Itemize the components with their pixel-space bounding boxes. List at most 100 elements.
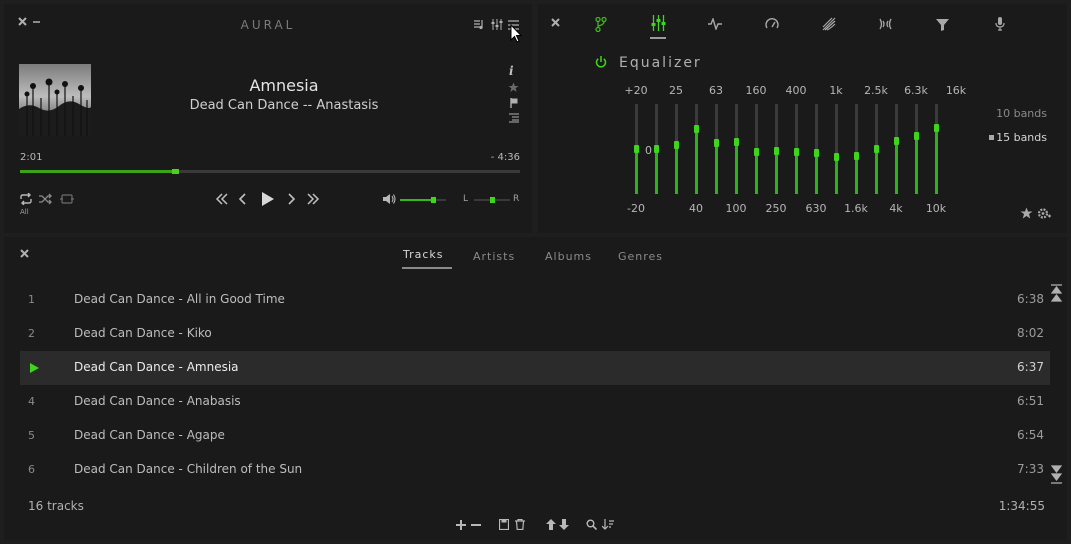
microphone-icon[interactable] (995, 17, 1005, 31)
add-icon[interactable] (456, 520, 466, 530)
bands-10-option[interactable]: 10 bands (996, 107, 1047, 120)
track-name: Dead Can Dance - Amnesia (74, 360, 239, 374)
track-row[interactable]: 2 Dead Can Dance - Kiko 8:02 (20, 317, 1050, 351)
close-icon[interactable] (20, 249, 29, 258)
balance-slider[interactable] (474, 197, 510, 203)
eq-band-slider[interactable] (854, 104, 859, 194)
tab-artists[interactable]: Artists (473, 250, 515, 263)
power-icon[interactable] (595, 56, 607, 68)
eq-band-handle[interactable] (854, 152, 859, 161)
track-row[interactable]: 4 Dead Can Dance - Anabasis 6:51 (20, 385, 1050, 419)
queue-icon[interactable] (509, 113, 519, 123)
track-row[interactable]: 5 Dead Can Dance - Agape 6:54 (20, 419, 1050, 453)
seek-handle[interactable] (172, 169, 179, 174)
trash-icon[interactable] (515, 519, 525, 530)
eq-band-fill (855, 156, 858, 194)
eq-band-slider[interactable] (794, 104, 799, 194)
remove-icon[interactable] (471, 520, 481, 530)
speedometer-icon[interactable] (765, 18, 779, 30)
pulse-icon[interactable] (708, 18, 722, 30)
fast-forward-icon[interactable] (306, 193, 320, 205)
eq-band-handle[interactable] (814, 148, 819, 157)
eq-bottom-label: 630 (805, 202, 827, 215)
stereo-wave-icon[interactable] (878, 18, 893, 30)
eq-band-slider[interactable] (774, 104, 779, 194)
seek-bar-fill (20, 170, 175, 173)
eq-band-handle[interactable] (774, 146, 779, 155)
close-icon[interactable] (551, 18, 560, 27)
crossfade-icon[interactable] (60, 193, 74, 205)
eq-band-handle[interactable] (734, 137, 739, 146)
eq-bottom-label: 10k (925, 202, 947, 215)
track-number: 4 (28, 395, 35, 408)
info-icon[interactable]: i (509, 64, 514, 78)
playlist-icon[interactable] (474, 19, 486, 30)
seek-bar[interactable] (20, 169, 520, 174)
library-panel: Tracks Artists Albums Genres 1 Dead Can … (4, 237, 1067, 540)
equalizer-icon[interactable] (491, 19, 503, 30)
previous-icon[interactable] (238, 193, 248, 205)
eq-band-slider[interactable] (674, 104, 679, 194)
eq-band-handle[interactable] (694, 125, 699, 134)
eq-band-slider[interactable] (934, 104, 939, 194)
filter-icon[interactable] (936, 18, 949, 31)
reverb-icon[interactable] (822, 17, 836, 31)
eq-band-handle[interactable] (834, 153, 839, 162)
eq-band-slider[interactable] (834, 104, 839, 194)
eq-band-slider[interactable] (914, 104, 919, 194)
balance-left-label: L (463, 194, 469, 204)
eq-top-label: +20 (624, 84, 648, 97)
fork-icon[interactable] (595, 17, 607, 32)
track-duration: 6:54 (1017, 428, 1044, 442)
eq-band-slider[interactable] (754, 104, 759, 194)
next-icon[interactable] (286, 193, 296, 205)
eq-band-slider[interactable] (654, 104, 659, 194)
eq-band-slider[interactable] (714, 104, 719, 194)
eq-band-handle[interactable] (914, 131, 919, 140)
eq-band-slider[interactable] (874, 104, 879, 194)
shuffle-icon[interactable] (39, 193, 53, 205)
eq-band-handle[interactable] (874, 145, 879, 153)
eq-band-handle[interactable] (794, 147, 799, 156)
bands-15-option[interactable]: 15 bands (996, 131, 1047, 144)
player-panel: AURAL Amnesia Dead Can Dance -- Anastasi… (4, 4, 532, 233)
eq-band-slider[interactable] (634, 104, 639, 194)
track-row[interactable]: 6 Dead Can Dance - Children of the Sun 7… (20, 453, 1050, 487)
play-icon[interactable] (261, 191, 275, 207)
star-icon[interactable] (508, 82, 519, 93)
eq-band-slider[interactable] (894, 104, 899, 194)
scroll-to-top-icon[interactable] (1051, 284, 1062, 304)
track-title: Amnesia (249, 76, 319, 95)
volume-slider[interactable] (400, 197, 446, 203)
save-icon[interactable] (499, 519, 509, 530)
eq-band-handle[interactable] (894, 136, 899, 145)
tab-albums[interactable]: Albums (545, 250, 592, 263)
flag-icon[interactable] (510, 98, 518, 108)
eq-band-slider[interactable] (694, 104, 699, 194)
eq-band-handle[interactable] (674, 140, 679, 149)
eq-band-fill (895, 140, 898, 194)
search-icon[interactable] (586, 519, 597, 530)
rewind-icon[interactable] (215, 193, 229, 205)
eq-band-handle[interactable] (714, 138, 719, 147)
tab-tracks[interactable]: Tracks (403, 248, 444, 261)
move-down-icon[interactable] (559, 519, 569, 530)
track-number: 5 (28, 429, 35, 442)
track-row[interactable]: 1 Dead Can Dance - All in Good Time 6:38 (20, 283, 1050, 317)
eq-preset-icon[interactable] (1020, 207, 1033, 220)
eq-band-slider[interactable] (734, 104, 739, 194)
tab-genres[interactable]: Genres (618, 250, 663, 263)
eq-band-slider[interactable] (814, 104, 819, 194)
move-up-icon[interactable] (546, 519, 556, 530)
track-row-playing[interactable]: Dead Can Dance - Amnesia 6:37 (20, 351, 1050, 385)
repeat-icon[interactable] (19, 193, 33, 205)
eq-band-handle[interactable] (754, 147, 759, 156)
volume-icon[interactable] (382, 193, 396, 205)
eq-band-handle[interactable] (934, 124, 939, 133)
eq-settings-icon[interactable] (1037, 207, 1051, 220)
sort-icon[interactable] (602, 518, 616, 530)
eq-band-handle[interactable] (634, 145, 639, 153)
equalizer-tab-icon[interactable] (651, 15, 666, 31)
scroll-to-bottom-icon[interactable] (1051, 464, 1062, 484)
eq-band-handle[interactable] (654, 145, 659, 153)
